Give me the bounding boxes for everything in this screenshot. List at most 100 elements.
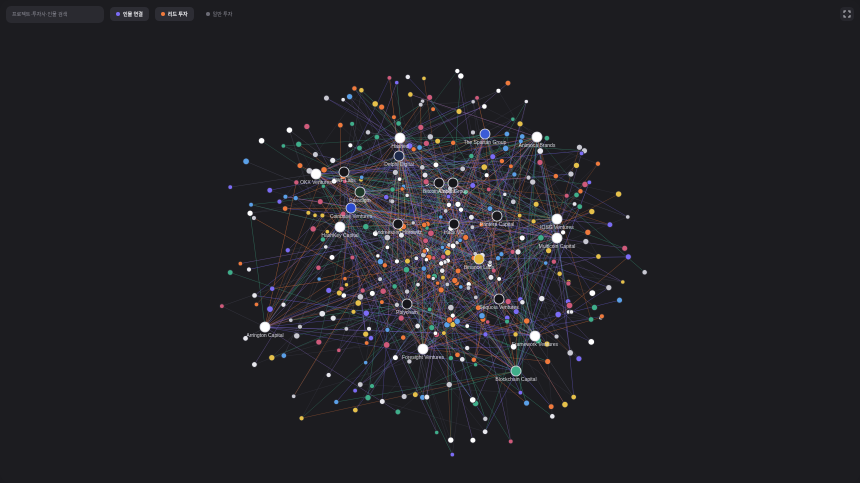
project-node[interactable] [258,137,265,145]
project-node[interactable] [565,280,572,287]
project-node[interactable] [449,452,455,457]
project-node[interactable] [281,143,286,149]
project-node[interactable] [572,201,578,207]
project-node[interactable] [588,289,596,297]
project-node[interactable] [487,274,495,281]
filter-person-link[interactable]: 인물 연결 [110,7,149,21]
project-node[interactable] [410,220,416,226]
project-node[interactable] [498,251,505,257]
project-node[interactable] [579,150,585,156]
project-node[interactable] [357,381,364,388]
project-node[interactable] [514,248,522,256]
project-node[interactable] [280,301,287,308]
project-node[interactable] [343,326,349,332]
project-node[interactable] [359,287,366,294]
project-node[interactable] [508,163,514,169]
project-node[interactable] [430,276,436,281]
project-node[interactable] [391,283,398,290]
project-node[interactable] [359,174,365,180]
project-node[interactable] [553,333,560,340]
project-node[interactable] [394,408,401,415]
project-node[interactable] [474,95,480,101]
project-node[interactable] [469,396,477,404]
project-node[interactable] [358,87,365,94]
project-node[interactable] [219,303,225,309]
project-node[interactable] [316,276,322,282]
project-node[interactable] [487,259,493,265]
project-node[interactable] [421,221,428,228]
project-node[interactable] [481,103,488,110]
project-node[interactable] [496,276,502,282]
project-node[interactable] [246,210,254,217]
project-node[interactable] [426,94,433,101]
project-node[interactable] [468,214,475,221]
project-node[interactable] [544,358,551,365]
project-node[interactable] [293,179,300,186]
project-node[interactable] [484,172,490,178]
investor-node[interactable] [551,232,563,244]
project-node[interactable] [410,146,417,153]
project-node[interactable] [566,349,574,357]
project-node[interactable] [512,331,519,338]
project-node[interactable] [329,157,336,164]
investor-node[interactable] [510,365,522,377]
project-node[interactable] [364,394,372,401]
project-node[interactable] [378,103,385,111]
project-node[interactable] [362,309,370,317]
project-node[interactable] [504,80,511,87]
project-node[interactable] [354,299,362,307]
project-node[interactable] [454,267,462,275]
project-node[interactable] [446,194,451,200]
project-node[interactable] [349,121,355,127]
project-node[interactable] [297,324,303,330]
project-node[interactable] [482,428,489,435]
project-node[interactable] [295,140,302,148]
project-node[interactable] [420,265,427,272]
project-node[interactable] [423,394,430,401]
project-node[interactable] [377,258,384,265]
project-node[interactable] [586,179,592,185]
project-node[interactable] [375,253,381,259]
project-node[interactable] [454,68,461,74]
project-node[interactable] [453,317,461,325]
project-node[interactable] [227,269,234,276]
project-node[interactable] [366,326,372,332]
project-node[interactable] [344,282,349,288]
project-node[interactable] [447,304,455,312]
project-node[interactable] [641,269,648,276]
project-node[interactable] [336,289,343,297]
project-node[interactable] [242,157,250,165]
project-node[interactable] [537,234,545,242]
project-node[interactable] [312,151,319,158]
project-node[interactable] [435,280,440,286]
project-node[interactable] [397,314,405,322]
project-node[interactable] [337,122,344,129]
project-node[interactable] [315,338,322,346]
project-node[interactable] [519,234,526,242]
project-node[interactable] [438,260,445,267]
project-node[interactable] [320,166,328,174]
project-node[interactable] [482,416,489,422]
project-node[interactable] [407,91,414,98]
project-node[interactable] [516,120,524,128]
investor-node[interactable] [529,330,541,342]
project-node[interactable] [291,393,297,399]
project-node[interactable] [469,224,475,230]
project-node[interactable] [551,258,557,265]
project-node[interactable] [421,248,428,254]
project-node[interactable] [444,249,452,257]
project-node[interactable] [352,407,359,414]
project-node[interactable] [336,347,342,353]
project-node[interactable] [251,215,257,221]
project-node[interactable] [404,257,411,265]
project-node[interactable] [365,129,371,136]
project-node[interactable] [532,201,540,208]
project-node[interactable] [328,254,336,261]
project-node[interactable] [303,123,311,130]
project-node[interactable] [469,437,476,444]
project-node[interactable] [509,249,516,255]
project-node[interactable] [595,253,602,260]
project-node[interactable] [394,80,400,85]
project-node[interactable] [517,213,523,219]
project-node[interactable] [418,102,424,108]
